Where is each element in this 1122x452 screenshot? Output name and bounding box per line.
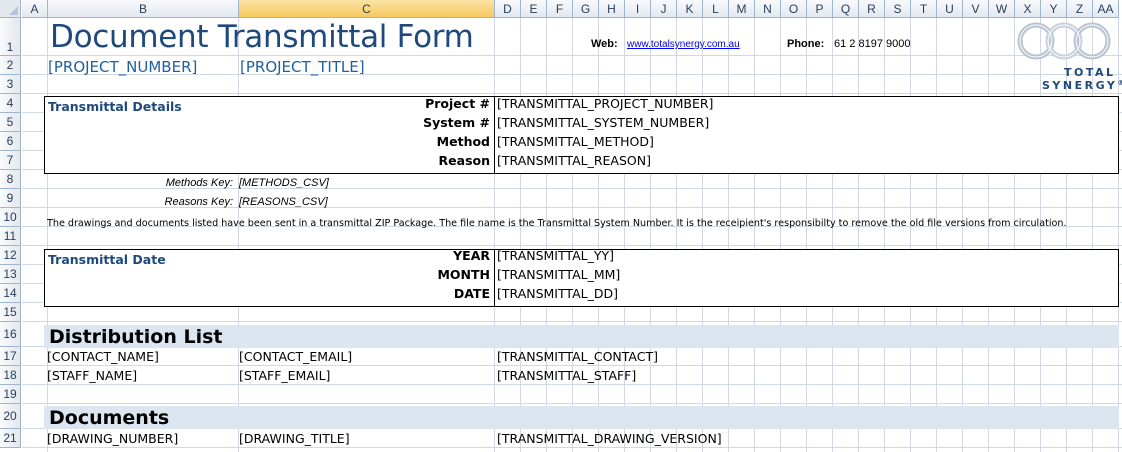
column-header-l[interactable]: L bbox=[703, 0, 729, 18]
details-value-4[interactable]: [TRANSMITTAL_REASON] bbox=[497, 153, 651, 168]
transmittal-date-heading[interactable]: Transmittal Date bbox=[48, 252, 166, 267]
row-header-1[interactable]: 1 bbox=[0, 18, 21, 56]
total-synergy-logo: TOTAL SYNERGY® bbox=[1014, 20, 1122, 96]
web-label[interactable]: Web: bbox=[591, 38, 618, 50]
date-value-date[interactable]: [TRANSMITTAL_DD] bbox=[497, 286, 618, 301]
logo-synergy-word: SYNERGY bbox=[1042, 79, 1118, 92]
select-all-corner[interactable] bbox=[0, 0, 21, 18]
column-header-u[interactable]: U bbox=[937, 0, 963, 18]
details-label-4[interactable]: Reason bbox=[250, 153, 490, 168]
row-header-11[interactable]: 11 bbox=[0, 227, 21, 246]
column-header-j[interactable]: J bbox=[651, 0, 677, 18]
date-divider bbox=[494, 249, 495, 307]
logo-rings-icon bbox=[1017, 22, 1111, 60]
phone-label[interactable]: Phone: bbox=[787, 38, 824, 50]
reasons-key-label[interactable]: Reasons Key: bbox=[100, 196, 233, 208]
documents-band bbox=[44, 406, 1119, 429]
row-header-5[interactable]: 5 bbox=[0, 113, 21, 132]
row-header-21[interactable]: 21 bbox=[0, 429, 21, 448]
distribution-cell-1-2[interactable]: [CONTACT_EMAIL] bbox=[239, 349, 352, 364]
logo-text-synergy: SYNERGY® bbox=[1042, 79, 1122, 92]
row-header-19[interactable]: 19 bbox=[0, 385, 21, 404]
distribution-cell-2-1[interactable]: [STAFF_NAME] bbox=[47, 368, 137, 383]
date-label-month[interactable]: MONTH bbox=[250, 267, 490, 282]
distribution-heading[interactable]: Distribution List bbox=[49, 326, 223, 348]
document-cell-1-2[interactable]: [DRAWING_TITLE] bbox=[239, 431, 350, 446]
reasons-key-value[interactable]: [REASONS_CSV] bbox=[239, 196, 328, 208]
details-label-2[interactable]: System # bbox=[250, 115, 490, 130]
distribution-cell-2-3[interactable]: [TRANSMITTAL_STAFF] bbox=[497, 368, 636, 383]
documents-heading[interactable]: Documents bbox=[49, 407, 169, 429]
column-header-v[interactable]: V bbox=[963, 0, 989, 18]
column-header-a[interactable]: A bbox=[22, 0, 48, 18]
column-header-x[interactable]: X bbox=[1015, 0, 1041, 18]
distribution-cell-1-3[interactable]: [TRANSMITTAL_CONTACT] bbox=[497, 349, 658, 364]
column-header-h[interactable]: H bbox=[599, 0, 625, 18]
methods-key-label[interactable]: Methods Key: bbox=[100, 177, 233, 189]
row-header-18[interactable]: 18 bbox=[0, 366, 21, 385]
column-header-g[interactable]: G bbox=[573, 0, 599, 18]
methods-key-value[interactable]: [METHODS_CSV] bbox=[239, 177, 329, 189]
transmittal-details-heading[interactable]: Transmittal Details bbox=[48, 99, 182, 114]
column-header-o[interactable]: O bbox=[781, 0, 807, 18]
column-header-r[interactable]: R bbox=[859, 0, 885, 18]
document-cell-1-3[interactable]: [TRANSMITTAL_DRAWING_VERSION] bbox=[497, 431, 722, 446]
row-header-8[interactable]: 8 bbox=[0, 170, 21, 189]
details-label-3[interactable]: Method bbox=[250, 134, 490, 149]
document-cell-1-1[interactable]: [DRAWING_NUMBER] bbox=[47, 431, 178, 446]
column-header-t[interactable]: T bbox=[911, 0, 937, 18]
row-header-14[interactable]: 14 bbox=[0, 284, 21, 303]
logo-registered-mark: ® bbox=[1117, 79, 1122, 87]
project-title[interactable]: [PROJECT_TITLE] bbox=[240, 58, 365, 76]
column-header-i[interactable]: I bbox=[625, 0, 651, 18]
row-header-13[interactable]: 13 bbox=[0, 265, 21, 284]
logo-text-total: TOTAL bbox=[1064, 66, 1116, 79]
date-label-year[interactable]: YEAR bbox=[250, 248, 490, 263]
project-number[interactable]: [PROJECT_NUMBER] bbox=[48, 58, 197, 76]
details-divider bbox=[494, 96, 495, 174]
row-header-20[interactable]: 20 bbox=[0, 404, 21, 429]
row-header-12[interactable]: 12 bbox=[0, 246, 21, 265]
date-label-date[interactable]: DATE bbox=[250, 286, 490, 301]
date-value-year[interactable]: [TRANSMITTAL_YY] bbox=[497, 248, 614, 263]
column-header-aa[interactable]: AA bbox=[1093, 0, 1119, 18]
transmittal-note[interactable]: The drawings and documents listed have b… bbox=[47, 218, 1067, 229]
distribution-cell-1-1[interactable]: [CONTACT_NAME] bbox=[47, 349, 159, 364]
row-header-10[interactable]: 10 bbox=[0, 208, 21, 227]
phone-value[interactable]: 61 2 8197 9000 bbox=[834, 38, 910, 50]
row-header-6[interactable]: 6 bbox=[0, 132, 21, 151]
column-header-m[interactable]: M bbox=[729, 0, 755, 18]
row-header-3[interactable]: 3 bbox=[0, 75, 21, 94]
column-header-d[interactable]: D bbox=[495, 0, 521, 18]
column-header-c[interactable]: C bbox=[239, 0, 495, 18]
column-header-e[interactable]: E bbox=[521, 0, 547, 18]
column-header-k[interactable]: K bbox=[677, 0, 703, 18]
details-label-1[interactable]: Project # bbox=[250, 96, 490, 111]
column-header-z[interactable]: Z bbox=[1067, 0, 1093, 18]
column-header-b[interactable]: B bbox=[48, 0, 239, 18]
details-value-2[interactable]: [TRANSMITTAL_SYSTEM_NUMBER] bbox=[497, 115, 709, 130]
column-header-s[interactable]: S bbox=[885, 0, 911, 18]
column-header-f[interactable]: F bbox=[547, 0, 573, 18]
date-value-month[interactable]: [TRANSMITTAL_MM] bbox=[497, 267, 620, 282]
web-link[interactable]: www.totalsynergy.com.au bbox=[627, 39, 740, 50]
row-header-2[interactable]: 2 bbox=[0, 56, 21, 75]
column-header-n[interactable]: N bbox=[755, 0, 781, 18]
row-header-4[interactable]: 4 bbox=[0, 94, 21, 113]
column-header-p[interactable]: P bbox=[807, 0, 833, 18]
column-header-q[interactable]: Q bbox=[833, 0, 859, 18]
details-value-1[interactable]: [TRANSMITTAL_PROJECT_NUMBER] bbox=[497, 96, 713, 111]
row-header-16[interactable]: 16 bbox=[0, 322, 21, 347]
row-header-15[interactable]: 15 bbox=[0, 303, 21, 322]
row-header-17[interactable]: 17 bbox=[0, 347, 21, 366]
column-header-y[interactable]: Y bbox=[1041, 0, 1067, 18]
distribution-cell-2-2[interactable]: [STAFF_EMAIL] bbox=[239, 368, 330, 383]
spreadsheet[interactable]: A B C D E F G H I J K L M N O P Q R S T U V W X Y Z AA 1 2 3 4 5 6 7 8 9 10… bbox=[0, 0, 1122, 452]
details-value-3[interactable]: [TRANSMITTAL_METHOD] bbox=[497, 134, 654, 149]
row-header-7[interactable]: 7 bbox=[0, 151, 21, 170]
column-header-w[interactable]: W bbox=[989, 0, 1015, 18]
page-title[interactable]: Document Transmittal Form bbox=[50, 19, 474, 55]
row-header-9[interactable]: 9 bbox=[0, 189, 21, 208]
